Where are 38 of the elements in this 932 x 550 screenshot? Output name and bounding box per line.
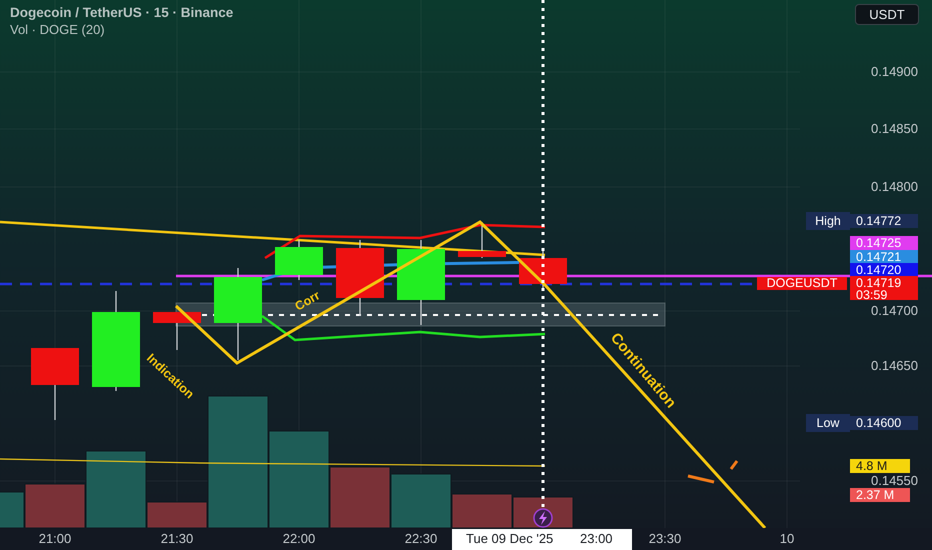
indicator-label: Vol · DOGE (20) bbox=[10, 21, 106, 38]
candlestick bbox=[153, 312, 201, 350]
candlestick bbox=[31, 348, 79, 420]
price-tag-text: 0.14720 bbox=[856, 263, 902, 277]
lightning-icon[interactable] bbox=[533, 508, 553, 528]
price-axis-label: 0.14650 bbox=[871, 358, 918, 373]
price-tag-text: 0.14719 bbox=[856, 276, 902, 290]
price-axis-label: 0.14550 bbox=[871, 473, 918, 488]
time-axis-label: 10 bbox=[780, 531, 794, 546]
currency-button[interactable]: USDT bbox=[855, 4, 919, 25]
price-axis-label: 0.14850 bbox=[871, 121, 918, 136]
time-axis-label: 21:30 bbox=[160, 531, 194, 546]
price-label-text: High bbox=[815, 214, 841, 228]
time-axis-label: 23:30 bbox=[648, 531, 682, 546]
candlestick bbox=[275, 240, 323, 280]
price-tag-text: 0.14600 bbox=[856, 416, 902, 430]
price-axis-label: 0.14700 bbox=[871, 303, 918, 318]
price-tag-text: 2.37 M bbox=[856, 488, 894, 502]
price-label-tag bbox=[806, 414, 850, 432]
chart-title: Dogecoin / TetherUS · 15 · Binance bbox=[10, 5, 234, 21]
price-tag-text: 0.14725 bbox=[856, 236, 902, 250]
countdown-text: 03:59 bbox=[856, 288, 888, 302]
projection-mark-drawing bbox=[688, 460, 738, 484]
time-axis-label: 21:00 bbox=[38, 531, 72, 546]
annotation-text: Corr bbox=[292, 288, 322, 314]
symbol-text: DOGEUSDT bbox=[766, 276, 838, 290]
price-axis-label: 0.14900 bbox=[871, 64, 918, 79]
price-tag-text: 4.8 M bbox=[856, 459, 888, 473]
price-label-tag bbox=[806, 212, 850, 230]
time-axis-label: 22:30 bbox=[404, 531, 438, 546]
price-tag-text: 0.14721 bbox=[856, 250, 902, 264]
candlestick bbox=[519, 250, 567, 290]
price-axis-label: 0.14800 bbox=[871, 179, 918, 194]
crosshair-time-text: 23:00 bbox=[580, 531, 613, 546]
time-axis-label: 22:00 bbox=[282, 531, 316, 546]
crosshair-date-text: Tue 09 Dec '25 bbox=[466, 531, 554, 546]
price-tag-text: 0.14772 bbox=[856, 214, 902, 228]
price-label-text: Low bbox=[816, 416, 840, 430]
